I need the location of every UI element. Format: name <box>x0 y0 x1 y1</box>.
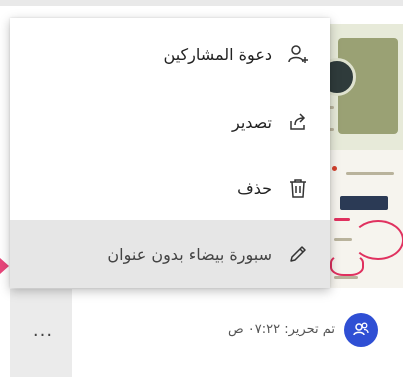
collaborators-button[interactable] <box>344 313 378 347</box>
menu-item-invite-participants[interactable]: دعوة المشاركين <box>10 20 330 88</box>
menu-item-label: سبورة بيضاء بدون عنوان <box>107 244 272 264</box>
share-export-icon <box>286 110 310 134</box>
menu-item-label: دعوة المشاركين <box>163 44 272 64</box>
edit-status-text: تم تحرير: ٠٧:٢٢ ص <box>227 322 335 337</box>
menu-item-label: تصدير <box>231 112 272 132</box>
menu-item-delete[interactable]: حذف <box>10 154 330 222</box>
pencil-icon <box>286 242 310 266</box>
people-icon <box>353 322 369 336</box>
more-options-button[interactable]: ... <box>30 318 56 342</box>
trash-icon <box>286 176 310 200</box>
menu-item-label: حذف <box>237 178 272 198</box>
menu-item-rename-whiteboard[interactable]: سبورة بيضاء بدون عنوان <box>10 220 330 288</box>
add-person-icon <box>286 42 310 66</box>
menu-item-export[interactable]: تصدير <box>10 88 330 156</box>
selection-marker <box>0 258 9 274</box>
context-menu: دعوة المشاركين تصدير حذف سبورة بيضاء بدو… <box>10 18 330 288</box>
